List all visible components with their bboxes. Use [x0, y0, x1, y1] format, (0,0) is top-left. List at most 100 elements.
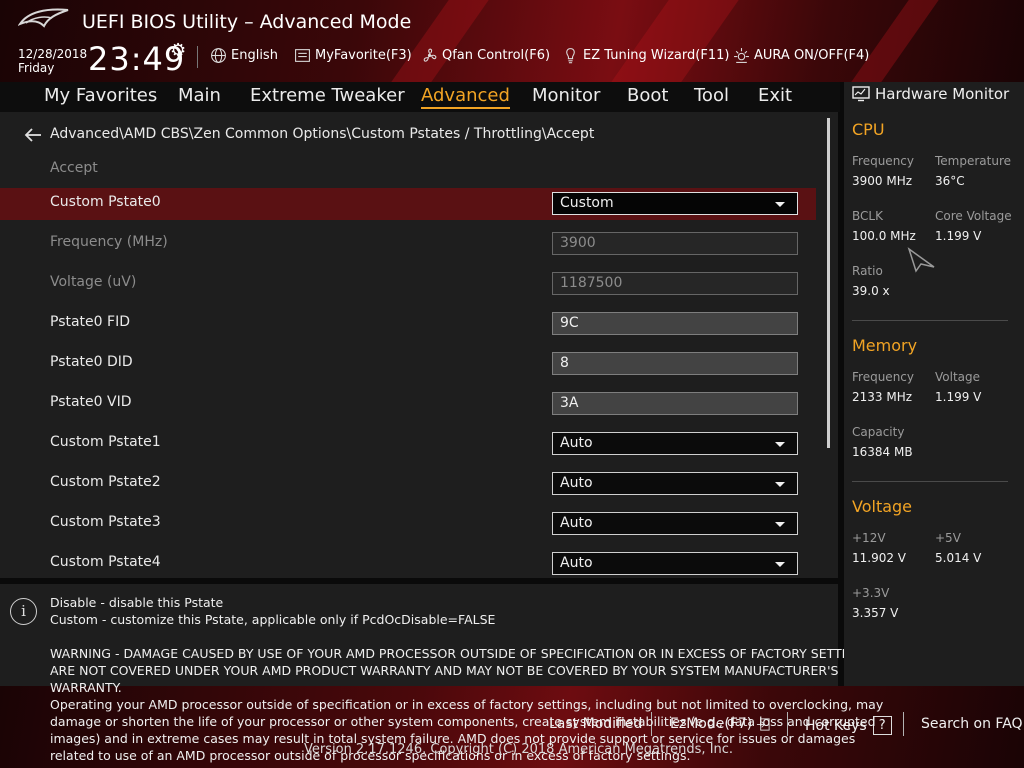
scrollbar[interactable] [827, 118, 830, 448]
divider [852, 320, 1008, 321]
back-arrow-icon[interactable] [24, 127, 42, 143]
setting-label: Pstate0 DID [50, 354, 133, 370]
tab-monitor[interactable]: Monitor [532, 85, 600, 106]
help-panel: i Disable - disable this Pstate Custom -… [0, 584, 872, 686]
aura-light-icon [734, 48, 749, 63]
aura-toggle-button[interactable]: AURA ON/OFF(F4) [733, 47, 869, 64]
voltage-field: 1187500 [552, 272, 798, 295]
dropdown-arrow-icon [775, 482, 785, 487]
setting-label: Custom Pstate0 [50, 194, 161, 210]
ez-tuning-wizard-button[interactable]: EZ Tuning Wizard(F11) [562, 47, 729, 64]
myfavorite-button[interactable]: MyFavorite(F3) [294, 47, 412, 64]
custom-pstate4-dropdown[interactable]: Auto [552, 552, 798, 575]
setting-row-custom-pstate1[interactable]: Custom Pstate1 Auto [0, 428, 816, 460]
title-bar: UEFI BIOS Utility – Advanced Mode 12/28/… [0, 0, 1024, 82]
memory-frequency-label: Frequency [852, 370, 914, 384]
setting-row-custom-pstate4[interactable]: Custom Pstate4 Auto [0, 548, 816, 578]
pstate0-did-field[interactable]: 8 [552, 352, 798, 375]
hardware-monitor-panel: Hardware Monitor CPU Frequency 3900 MHz … [844, 82, 1024, 686]
v5-value: 5.014 V [935, 551, 982, 565]
v33-label: +3.3V [852, 586, 890, 600]
qfan-control-button[interactable]: Qfan Control(F6) [421, 47, 550, 64]
help-text: Custom - customize this Pstate, applicab… [50, 612, 496, 627]
memory-voltage-value: 1.199 V [935, 390, 982, 404]
setting-row-custom-pstate2[interactable]: Custom Pstate2 Auto [0, 468, 816, 500]
main-menu-bar: My Favorites Main Extreme Tweaker Advanc… [0, 82, 840, 112]
hardware-monitor-title: Hardware Monitor [852, 85, 1009, 103]
ez-tuning-wizard-label: EZ Tuning Wizard(F11) [583, 48, 730, 63]
cpu-heading: CPU [852, 120, 885, 139]
core-voltage-value: 1.199 V [935, 229, 982, 243]
mouse-cursor-icon [907, 247, 935, 273]
v12-value: 11.902 V [852, 551, 907, 565]
help-text: images) and in extreme cases may result … [50, 731, 856, 746]
capacity-value: 16384 MB [852, 445, 913, 459]
help-text: ARE NOT COVERED UNDER YOUR AMD PRODUCT W… [50, 663, 839, 678]
bclk-label: BCLK [852, 209, 883, 223]
setting-label: Custom Pstate2 [50, 474, 161, 490]
ratio-label: Ratio [852, 264, 883, 278]
help-text: Disable - disable this Pstate [50, 595, 224, 610]
setting-row-custom-pstate3[interactable]: Custom Pstate3 Auto [0, 508, 816, 540]
help-text: WARNING - DAMAGE CAUSED BY USE OF YOUR A… [50, 646, 873, 661]
lightbulb-icon [566, 48, 575, 64]
monitor-icon [852, 86, 870, 102]
setting-row-pstate0-fid[interactable]: Pstate0 FID 9C [0, 308, 816, 340]
dropdown-arrow-icon [775, 202, 785, 207]
core-voltage-label: Core Voltage [935, 209, 1012, 223]
qfan-control-label: Qfan Control(F6) [442, 48, 551, 63]
capacity-label: Capacity [852, 425, 905, 439]
tab-main[interactable]: Main [178, 85, 221, 106]
day-text: Friday [18, 61, 55, 75]
help-text: damage or shorten the life of your proce… [50, 714, 876, 729]
tab-boot[interactable]: Boot [627, 85, 668, 106]
setting-label: Custom Pstate3 [50, 514, 161, 530]
dropdown-value: Auto [560, 515, 593, 531]
tab-advanced[interactable]: Advanced [421, 85, 510, 109]
cpu-temperature-value: 36°C [935, 174, 965, 188]
cpu-temperature-label: Temperature [935, 154, 1012, 168]
setting-label: Pstate0 FID [50, 314, 130, 330]
date-text: 12/28/2018 [18, 47, 88, 61]
tab-tool[interactable]: Tool [694, 85, 729, 106]
dropdown-arrow-icon [775, 522, 785, 527]
custom-pstate2-dropdown[interactable]: Auto [552, 472, 798, 495]
memory-heading: Memory [852, 336, 918, 355]
section-title: Accept [50, 160, 98, 176]
cpu-frequency-value: 3900 MHz [852, 174, 913, 188]
setting-label: Custom Pstate4 [50, 554, 161, 570]
v12-label: +12V [852, 531, 886, 545]
setting-row-pstate0-vid[interactable]: Pstate0 VID 3A [0, 388, 816, 420]
setting-row-custom-pstate0[interactable]: Custom Pstate0 Custom [0, 188, 816, 220]
frequency-field: 3900 [552, 232, 798, 255]
favorite-list-icon [295, 49, 310, 62]
language-label: English [231, 48, 278, 63]
globe-icon [211, 48, 226, 63]
pstate0-fid-field[interactable]: 9C [552, 312, 798, 335]
language-button[interactable]: English [210, 47, 278, 64]
search-faq-button[interactable]: Search on FAQ [921, 716, 1023, 732]
setting-row-voltage: Voltage (uV) 1187500 [0, 268, 816, 300]
setting-row-pstate0-did[interactable]: Pstate0 DID 8 [0, 348, 816, 380]
fan-icon [423, 48, 437, 62]
tab-my-favorites[interactable]: My Favorites [44, 85, 157, 106]
help-key-icon: ? [872, 716, 892, 735]
bclk-value: 100.0 MHz [852, 229, 916, 243]
dropdown-arrow-icon [775, 442, 785, 447]
gear-icon[interactable]: ⚙ [170, 40, 186, 61]
custom-pstate3-dropdown[interactable]: Auto [552, 512, 798, 535]
memory-voltage-label: Voltage [935, 370, 981, 384]
tab-extreme-tweaker[interactable]: Extreme Tweaker [250, 85, 405, 106]
memory-frequency-value: 2133 MHz [852, 390, 913, 404]
myfavorite-label: MyFavorite(F3) [315, 48, 412, 63]
custom-pstate1-dropdown[interactable]: Auto [552, 432, 798, 455]
divider [197, 46, 198, 68]
v5-label: +5V [935, 531, 961, 545]
custom-pstate0-dropdown[interactable]: Custom [552, 192, 798, 215]
v33-value: 3.357 V [852, 606, 899, 620]
help-text: WARRANTY. [50, 680, 122, 695]
tab-exit[interactable]: Exit [758, 85, 792, 106]
setting-label: Custom Pstate1 [50, 434, 161, 450]
rog-logo-icon [18, 8, 69, 28]
pstate0-vid-field[interactable]: 3A [552, 392, 798, 415]
